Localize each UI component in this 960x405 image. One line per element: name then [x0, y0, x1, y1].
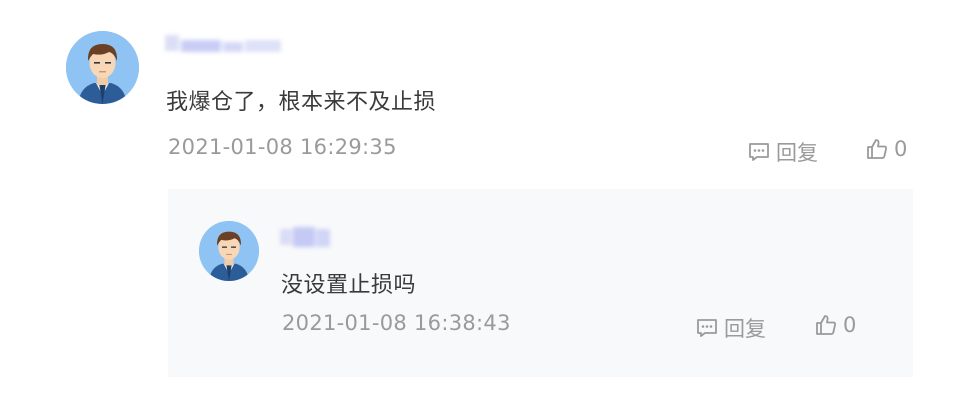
- comment-timestamp: 2021-01-08 16:29:35: [168, 135, 397, 159]
- reply-text: 没设置止损吗: [281, 273, 417, 298]
- reply-button[interactable]: 回复: [696, 313, 766, 343]
- username-blurred: [280, 225, 332, 249]
- like-button[interactable]: 0: [866, 137, 907, 161]
- reply-button[interactable]: 回复: [748, 137, 818, 167]
- like-count: 0: [843, 313, 857, 337]
- thumbs-up-icon: [867, 139, 887, 159]
- like-count: 0: [894, 137, 908, 161]
- username-blurred: [165, 32, 287, 54]
- comment-text: 我爆仓了，根本来不及止损: [166, 90, 437, 115]
- user-avatar-icon[interactable]: [66, 31, 139, 104]
- avatar-illustration: [66, 31, 139, 104]
- reply-label: 回复: [724, 317, 766, 341]
- comment-thread: 我爆仓了，根本来不及止损 2021-01-08 16:29:35 回复 0 没设…: [0, 0, 960, 405]
- comment-icon: [697, 319, 717, 337]
- comment-icon: [749, 143, 769, 161]
- reply-timestamp: 2021-01-08 16:38:43: [282, 311, 511, 335]
- reply-label: 回复: [776, 141, 818, 165]
- avatar-illustration: [199, 221, 259, 281]
- thumbs-up-icon: [816, 315, 836, 335]
- reply-container: [168, 189, 913, 377]
- user-avatar-icon[interactable]: [199, 221, 259, 281]
- like-button[interactable]: 0: [815, 313, 856, 337]
